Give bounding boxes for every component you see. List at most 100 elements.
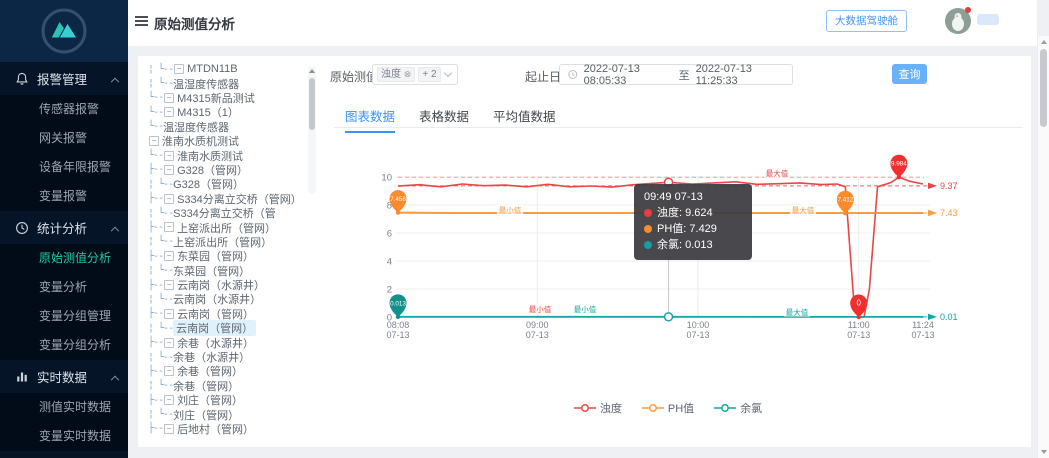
tree-expand-icon[interactable]: −	[164, 395, 174, 405]
date-start-value[interactable]: 2022-07-13 08:05:33	[584, 63, 673, 87]
measure-select[interactable]: 浊度 ⊗ + 2	[372, 64, 458, 85]
tree-node[interactable]: └--−M4315新品测试	[148, 91, 306, 105]
tree-expand-icon[interactable]: −	[164, 222, 174, 232]
chevron-up-icon	[111, 375, 119, 383]
svg-text:7.412: 7.412	[837, 197, 853, 204]
tree-expand-icon[interactable]: −	[164, 280, 174, 290]
tree-scrollbar-thumb[interactable]	[309, 78, 315, 130]
tree-expand-icon[interactable]: −	[164, 424, 174, 434]
line-chart: 024681008:0807-1309:0007-1310:0007-1311:…	[368, 146, 968, 441]
sidebar-item[interactable]: 网关报警	[0, 124, 128, 153]
tab-chart-data[interactable]: 图表数据	[345, 106, 395, 133]
menu-collapse-icon[interactable]	[135, 16, 148, 18]
sidebar-group-realtime[interactable]: 实时数据	[0, 360, 128, 393]
tree-node[interactable]: ├--−东菜园（管网）	[148, 249, 306, 263]
tree-expand-icon[interactable]: −	[164, 338, 174, 348]
tree-expand-icon[interactable]: −	[164, 151, 174, 161]
legend-glyph-icon	[714, 403, 736, 413]
sidebar-item[interactable]: 变量分析	[0, 273, 128, 302]
tree-expand-icon[interactable]: −	[174, 64, 184, 74]
tree-node[interactable]: ├--−云南岗（管网）	[148, 307, 306, 321]
tabs-divider	[334, 127, 1023, 128]
tree-node[interactable]: └--−淮南水质测试	[148, 148, 306, 162]
page-scrollbar[interactable]	[1037, 36, 1049, 458]
measure-more-tag[interactable]: + 2	[418, 67, 440, 82]
tree-node[interactable]: ├--−云南岗（水源井）	[148, 278, 306, 292]
tree-node[interactable]: ├--−后地村（管网）	[148, 422, 306, 436]
legend-item[interactable]: PH值	[642, 400, 694, 416]
tree-node[interactable]: ├--−G328（管网）	[148, 163, 306, 177]
svg-text:最小值: 最小值	[574, 304, 597, 314]
sidebar-item[interactable]: 变量报警	[0, 182, 128, 211]
scroll-down-icon[interactable]	[1041, 450, 1047, 454]
svg-text:2: 2	[387, 285, 392, 296]
measure-tag[interactable]: 浊度 ⊗	[377, 67, 415, 82]
sidebar-item[interactable]: 原始测值分析	[0, 244, 128, 273]
tree-node[interactable]: ¦ └--东菜园（管网）	[148, 263, 306, 277]
svg-text:9.37: 9.37	[940, 181, 958, 191]
tree-connector: ¦ └--	[148, 265, 173, 276]
tree-node[interactable]: ¦ └--上窑派出所（管网）	[148, 235, 306, 249]
sidebar-item[interactable]: 传感器报警	[0, 95, 128, 124]
svg-text:0: 0	[856, 299, 861, 308]
scrollbar-thumb[interactable]	[1040, 49, 1047, 127]
tree-node[interactable]: ¦ └--余巷（水源井）	[148, 350, 306, 364]
legend-item[interactable]: 浊度	[574, 400, 622, 416]
tree-expand-icon[interactable]: −	[164, 309, 174, 319]
mountain-logo-icon	[38, 5, 90, 57]
tree-connector: ├--	[148, 337, 163, 348]
sidebar-item[interactable]: 变量实时数据	[0, 422, 128, 451]
tree-node[interactable]: ├--−上窑派出所（管网）	[148, 220, 306, 234]
tooltip-text: PH值: 7.429	[657, 221, 717, 237]
sidebar-item[interactable]: 设备年限报警	[0, 153, 128, 182]
tree-node[interactable]: ├--−余巷（水源井）	[148, 335, 306, 349]
date-range-input[interactable]: 2022-07-13 08:05:33 至 2022-07-13 11:25:3…	[559, 64, 793, 85]
tree-scroll-up-icon[interactable]	[309, 69, 315, 73]
svg-text:11:0007-13: 11:0007-13	[847, 320, 870, 340]
tree-node[interactable]: ¦ └--G328（管网）	[148, 177, 306, 191]
tree-node[interactable]: ├--−S334分离立交桥（管网）	[148, 192, 306, 206]
date-end-value[interactable]: 2022-07-13 11:25:33	[696, 63, 784, 87]
legend-item[interactable]: 余氯	[714, 400, 762, 416]
svg-text:0.01: 0.01	[940, 312, 958, 322]
chart-tooltip: 09:49 07-13 浊度: 9.624PH值: 7.429余氯: 0.013	[634, 184, 752, 260]
sidebar-item[interactable]: 测值实时数据	[0, 393, 128, 422]
tree-expand-icon[interactable]: −	[164, 194, 174, 204]
bell-icon	[15, 72, 29, 86]
tree-scrollbar[interactable]	[308, 66, 316, 194]
sidebar-group-stats[interactable]: 统计分析	[0, 211, 128, 244]
svg-text:10:0007-13: 10:0007-13	[686, 320, 709, 340]
tree-expand-icon[interactable]: −	[164, 93, 174, 103]
tag-close-icon[interactable]: ⊗	[404, 69, 412, 79]
tab-table-data[interactable]: 表格数据	[419, 106, 469, 133]
scroll-up-icon[interactable]	[1041, 40, 1047, 44]
tree-node[interactable]: ¦ └--云南岗（水源井）	[148, 292, 306, 306]
tab-average-data[interactable]: 平均值数据	[493, 106, 556, 133]
sidebar-item[interactable]: 变量分组分析	[0, 331, 128, 360]
tree-connector: ¦ └--	[148, 294, 173, 305]
tree-node[interactable]: ¦ └--刘庄（管网）	[148, 407, 306, 421]
tree-connector: ├--	[148, 423, 163, 434]
tree-node[interactable]: −淮南水质机测试	[148, 134, 306, 148]
query-button[interactable]: 查询	[892, 64, 927, 84]
tree-node[interactable]: ¦ └--云南岗（管网）	[148, 321, 306, 335]
bigdata-dashboard-button[interactable]: 大数据驾驶舱	[826, 10, 907, 32]
tree-node[interactable]: ¦ └--S334分离立交桥（管	[148, 206, 306, 220]
tree-expand-icon[interactable]: −	[164, 165, 174, 175]
tree-node[interactable]: ├--−刘庄（管网）	[148, 393, 306, 407]
svg-text:最大值: 最大值	[792, 205, 815, 215]
tree-node[interactable]: ¦ └--温湿度传感器	[148, 76, 306, 90]
sidebar-group-settings[interactable]: 系统设置	[0, 451, 128, 458]
tree-node[interactable]: ¦ └--余巷（管网）	[148, 379, 306, 393]
tree-expand-icon[interactable]: −	[164, 251, 174, 261]
sidebar-group-alarm[interactable]: 报警管理	[0, 62, 128, 95]
svg-text:7.43: 7.43	[940, 208, 958, 218]
sidebar-item[interactable]: 变量分组管理	[0, 302, 128, 331]
tree-node[interactable]: └--温湿度传感器	[148, 120, 306, 134]
tree-node[interactable]: ├--−余巷（管网）	[148, 364, 306, 378]
tree-expand-icon[interactable]: −	[164, 107, 174, 117]
tree-expand-icon[interactable]: −	[164, 366, 174, 376]
tree-node[interactable]: ¦ └--−MTDN11B	[148, 62, 306, 76]
tree-node[interactable]: └--−M4315（1）	[148, 105, 306, 119]
tree-expand-icon[interactable]: −	[149, 136, 159, 146]
